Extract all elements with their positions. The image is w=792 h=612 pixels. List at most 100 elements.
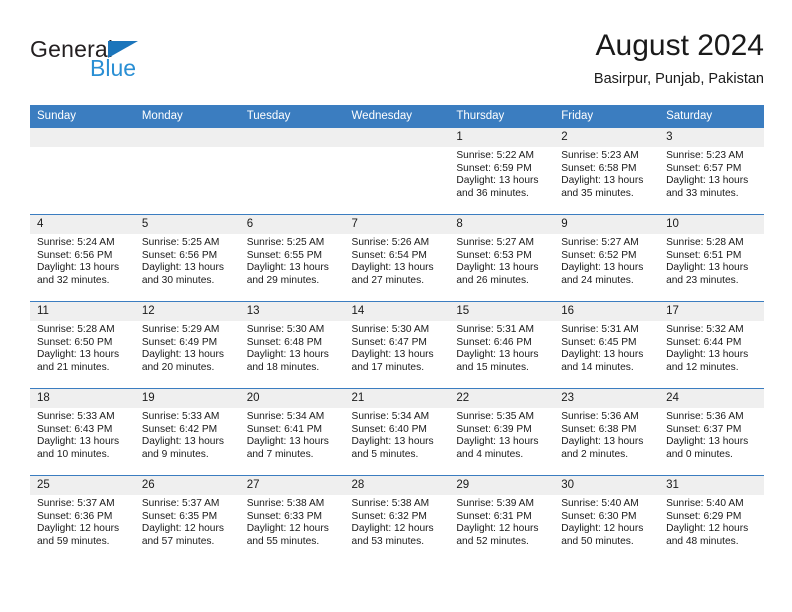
day-sun-info: Sunrise: 5:30 AM Sunset: 6:48 PM Daylight:…: [240, 321, 345, 374]
sunset-text: Sunset: 6:38 PM: [561, 423, 637, 435]
calendar-day-cell[interactable]: 21 Sunrise: 5:34 AM Sunset: 6:40 PM Dayligh…: [344, 388, 450, 476]
calendar-day-cell[interactable]: 30 Sunrise: 5:40 AM Sunset: 6:30 PM Dayligh…: [554, 475, 660, 562]
daylight-text-line2: and 5 minutes.: [351, 448, 419, 460]
calendar-day-cell[interactable]: 4 Sunrise: 5:24 AM Sunset: 6:56 PM Daylight…: [30, 214, 135, 302]
day-number: 16: [554, 302, 660, 321]
daylight-text-line1: Daylight: 12 hours: [37, 523, 120, 535]
calendar-day-cell[interactable]: 16 Sunrise: 5:31 AM Sunset: 6:45 PM Dayligh…: [554, 301, 660, 389]
sunrise-text: Sunrise: 5:32 AM: [666, 324, 744, 335]
day-number: 18: [30, 389, 135, 408]
calendar-day-cell[interactable]: 27 Sunrise: 5:38 AM Sunset: 6:33 PM Dayligh…: [239, 475, 345, 562]
sunset-text: Sunset: 6:50 PM: [37, 336, 113, 348]
sunset-text: Sunset: 6:44 PM: [666, 336, 742, 348]
calendar-day-cell[interactable]: 26 Sunrise: 5:37 AM Sunset: 6:35 PM Dayligh…: [134, 475, 240, 562]
day-number: 20: [239, 389, 345, 408]
day-number: 10: [659, 215, 764, 234]
sunset-text: Sunset: 6:57 PM: [666, 162, 742, 174]
sunrise-text: Sunrise: 5:28 AM: [666, 237, 744, 248]
calendar-day-cell[interactable]: 13 Sunrise: 5:30 AM Sunset: 6:48 PM Dayligh…: [239, 301, 345, 389]
daylight-text-line2: and 30 minutes.: [141, 274, 215, 286]
calendar-day-cell[interactable]: 5 Sunrise: 5:25 AM Sunset: 6:56 PM Daylight…: [134, 214, 240, 302]
page-title: August 2024: [595, 29, 764, 62]
calendar-day-cell[interactable]: 3 Sunrise: 5:23 AM Sunset: 6:57 PM Daylight…: [659, 127, 764, 215]
daylight-text-line1: Daylight: 13 hours: [141, 349, 224, 361]
calendar-day-cell[interactable]: 31 Sunrise: 5:40 AM Sunset: 6:29 PM Dayligh…: [659, 475, 764, 562]
sunrise-text: Sunrise: 5:31 AM: [561, 324, 639, 335]
sunset-text: Sunset: 6:41 PM: [246, 423, 323, 435]
calendar-day-cell[interactable]: 23 Sunrise: 5:36 AM Sunset: 6:38 PM Dayligh…: [554, 388, 660, 476]
calendar-day-cell[interactable]: 10 Sunrise: 5:28 AM Sunset: 6:51 PM Dayligh…: [659, 214, 764, 302]
day-number: 13: [239, 302, 345, 321]
calendar-day-cell[interactable]: 28 Sunrise: 5:38 AM Sunset: 6:32 PM Dayligh…: [344, 475, 450, 562]
day-number: 5: [134, 215, 240, 234]
daylight-text-line2: and 17 minutes.: [351, 361, 425, 373]
calendar-day-cell[interactable]: 14 Sunrise: 5:30 AM Sunset: 6:47 PM Dayligh…: [344, 301, 450, 389]
daylight-text-line2: and 23 minutes.: [666, 274, 739, 286]
daylight-text-line1: Daylight: 13 hours: [141, 262, 224, 274]
daylight-text-line1: Daylight: 13 hours: [666, 262, 749, 274]
calendar-day-cell[interactable]: 7 Sunrise: 5:26 AM Sunset: 6:54 PM Daylight…: [344, 214, 450, 302]
day-number: 28: [344, 476, 450, 495]
day-number: [344, 128, 450, 147]
sunset-text: Sunset: 6:31 PM: [456, 510, 532, 522]
daylight-text-line1: Daylight: 13 hours: [37, 262, 120, 274]
sunrise-text: Sunrise: 5:24 AM: [37, 237, 115, 248]
sunrise-text: Sunrise: 5:37 AM: [37, 498, 115, 509]
daylight-text-line2: and 36 minutes.: [456, 187, 529, 199]
day-sun-info: Sunrise: 5:38 AM Sunset: 6:33 PM Daylight:…: [240, 495, 345, 548]
calendar-day-cell[interactable]: 15 Sunrise: 5:31 AM Sunset: 6:46 PM Dayligh…: [449, 301, 555, 389]
daylight-text-line1: Daylight: 12 hours: [246, 523, 329, 535]
sunrise-text: Sunrise: 5:27 AM: [561, 237, 639, 248]
calendar-day-cell[interactable]: 2 Sunrise: 5:23 AM Sunset: 6:58 PM Daylight…: [554, 127, 660, 215]
calendar-day-cell[interactable]: 20 Sunrise: 5:34 AM Sunset: 6:41 PM Dayligh…: [239, 388, 345, 476]
daylight-text-line1: Daylight: 13 hours: [246, 262, 329, 274]
sunrise-text: Sunrise: 5:39 AM: [456, 498, 534, 509]
day-number: 11: [30, 302, 135, 321]
day-sun-info: Sunrise: 5:34 AM Sunset: 6:40 PM Daylight:…: [345, 408, 450, 461]
sunset-text: Sunset: 6:48 PM: [246, 336, 323, 348]
weekday-header-monday: Monday: [134, 105, 240, 128]
calendar-day-cell[interactable]: 11 Sunrise: 5:28 AM Sunset: 6:50 PM Dayligh…: [30, 301, 135, 389]
calendar-day-cell-empty: [344, 127, 450, 215]
sunset-text: Sunset: 6:45 PM: [561, 336, 637, 348]
sunrise-text: Sunrise: 5:36 AM: [561, 411, 639, 422]
daylight-text-line2: and 50 minutes.: [561, 535, 634, 547]
calendar-day-cell[interactable]: 9 Sunrise: 5:27 AM Sunset: 6:52 PM Daylight…: [554, 214, 660, 302]
day-number: 25: [30, 476, 135, 495]
daylight-text-line2: and 7 minutes.: [246, 448, 314, 460]
calendar-day-cell[interactable]: 12 Sunrise: 5:29 AM Sunset: 6:49 PM Dayligh…: [134, 301, 240, 389]
calendar-day-cell[interactable]: 1 Sunrise: 5:22 AM Sunset: 6:59 PM Daylight…: [449, 127, 555, 215]
day-number: 26: [134, 476, 240, 495]
daylight-text-line1: Daylight: 13 hours: [666, 349, 749, 361]
calendar-day-cell[interactable]: 18 Sunrise: 5:33 AM Sunset: 6:43 PM Dayligh…: [30, 388, 135, 476]
calendar-day-cell[interactable]: 17 Sunrise: 5:32 AM Sunset: 6:44 PM Dayligh…: [659, 301, 764, 389]
day-sun-info: Sunrise: 5:36 AM Sunset: 6:37 PM Daylight:…: [659, 408, 764, 461]
calendar-day-cell[interactable]: 19 Sunrise: 5:33 AM Sunset: 6:42 PM Dayligh…: [134, 388, 240, 476]
weekday-header-sunday: Sunday: [30, 105, 135, 128]
calendar-day-cell[interactable]: 8 Sunrise: 5:27 AM Sunset: 6:53 PM Daylight…: [449, 214, 555, 302]
daylight-text-line2: and 52 minutes.: [456, 535, 529, 547]
sunrise-text: Sunrise: 5:25 AM: [141, 237, 220, 248]
sunrise-text: Sunrise: 5:25 AM: [246, 237, 325, 248]
daylight-text-line2: and 35 minutes.: [561, 187, 634, 199]
sunset-text: Sunset: 6:49 PM: [141, 336, 218, 348]
calendar-day-cell[interactable]: 25 Sunrise: 5:37 AM Sunset: 6:36 PM Dayligh…: [30, 475, 135, 562]
calendar-day-cell[interactable]: 29 Sunrise: 5:39 AM Sunset: 6:31 PM Dayligh…: [449, 475, 555, 562]
general-blue-logo[interactable]: General Blue: [30, 36, 250, 92]
calendar-week-row: 4 Sunrise: 5:24 AM Sunset: 6:56 PM Daylight…: [30, 214, 764, 302]
daylight-text-line1: Daylight: 13 hours: [561, 436, 644, 448]
sunrise-text: Sunrise: 5:28 AM: [37, 324, 115, 335]
day-sun-info: Sunrise: 5:35 AM Sunset: 6:39 PM Daylight:…: [449, 408, 554, 461]
daylight-text-line1: Daylight: 13 hours: [246, 436, 329, 448]
daylight-text-line2: and 55 minutes.: [246, 535, 320, 547]
day-sun-info: Sunrise: 5:32 AM Sunset: 6:44 PM Daylight:…: [659, 321, 764, 374]
day-sun-info: Sunrise: 5:30 AM Sunset: 6:47 PM Daylight:…: [345, 321, 450, 374]
daylight-text-line2: and 27 minutes.: [351, 274, 425, 286]
sunrise-text: Sunrise: 5:29 AM: [141, 324, 220, 335]
sunset-text: Sunset: 6:51 PM: [666, 249, 742, 261]
calendar-day-cell[interactable]: 6 Sunrise: 5:25 AM Sunset: 6:55 PM Daylight…: [239, 214, 345, 302]
calendar-day-cell[interactable]: 24 Sunrise: 5:36 AM Sunset: 6:37 PM Dayligh…: [659, 388, 764, 476]
calendar-day-cell[interactable]: 22 Sunrise: 5:35 AM Sunset: 6:39 PM Dayligh…: [449, 388, 555, 476]
day-number: 31: [659, 476, 764, 495]
calendar-week-row: 18 Sunrise: 5:33 AM Sunset: 6:43 PM Dayligh…: [30, 388, 764, 476]
